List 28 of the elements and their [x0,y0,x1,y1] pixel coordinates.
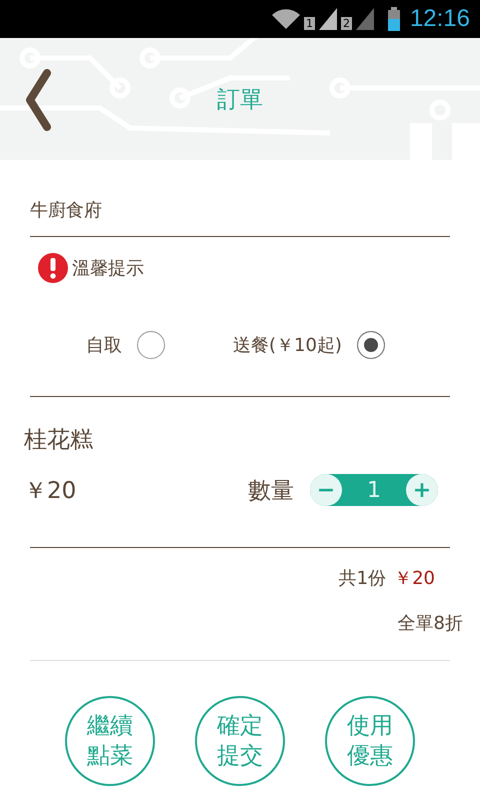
battery-icon [388,7,400,31]
back-icon[interactable] [25,69,51,131]
shop-name: 牛廚食府 [30,199,103,223]
quantity-value: 1 [367,478,381,502]
page-title: 訂單 [217,86,263,114]
discount-label: 全單8折 [398,612,463,635]
wifi-icon [272,9,300,29]
increment-button[interactable]: + [406,474,438,506]
warning-icon [38,253,68,283]
item-price: ￥20 [24,476,78,506]
notice-label: 溫馨提示 [72,257,144,280]
round-button[interactable]: 確定提交 [195,696,285,786]
signal-icon [318,8,337,30]
option-label: 自取 [86,334,122,357]
option-label: 送餐(￥10起) [233,334,342,357]
sim-label: 2 [340,16,352,30]
total-price: ￥20 [394,567,435,590]
radio-button[interactable] [137,331,165,359]
no-signal-icon [356,8,374,30]
sim-label: 1 [304,16,315,30]
quantity-label: 數量 [248,476,294,506]
round-button[interactable]: 繼續點菜 [65,696,155,786]
item-count: 共1份 [338,567,386,590]
round-button[interactable]: 使用優惠 [325,696,415,786]
item-name: 桂花糕 [24,426,94,455]
radio-button[interactable] [356,331,385,359]
decrement-button[interactable]: − [310,474,342,506]
status-time: 12:16 [410,5,470,33]
